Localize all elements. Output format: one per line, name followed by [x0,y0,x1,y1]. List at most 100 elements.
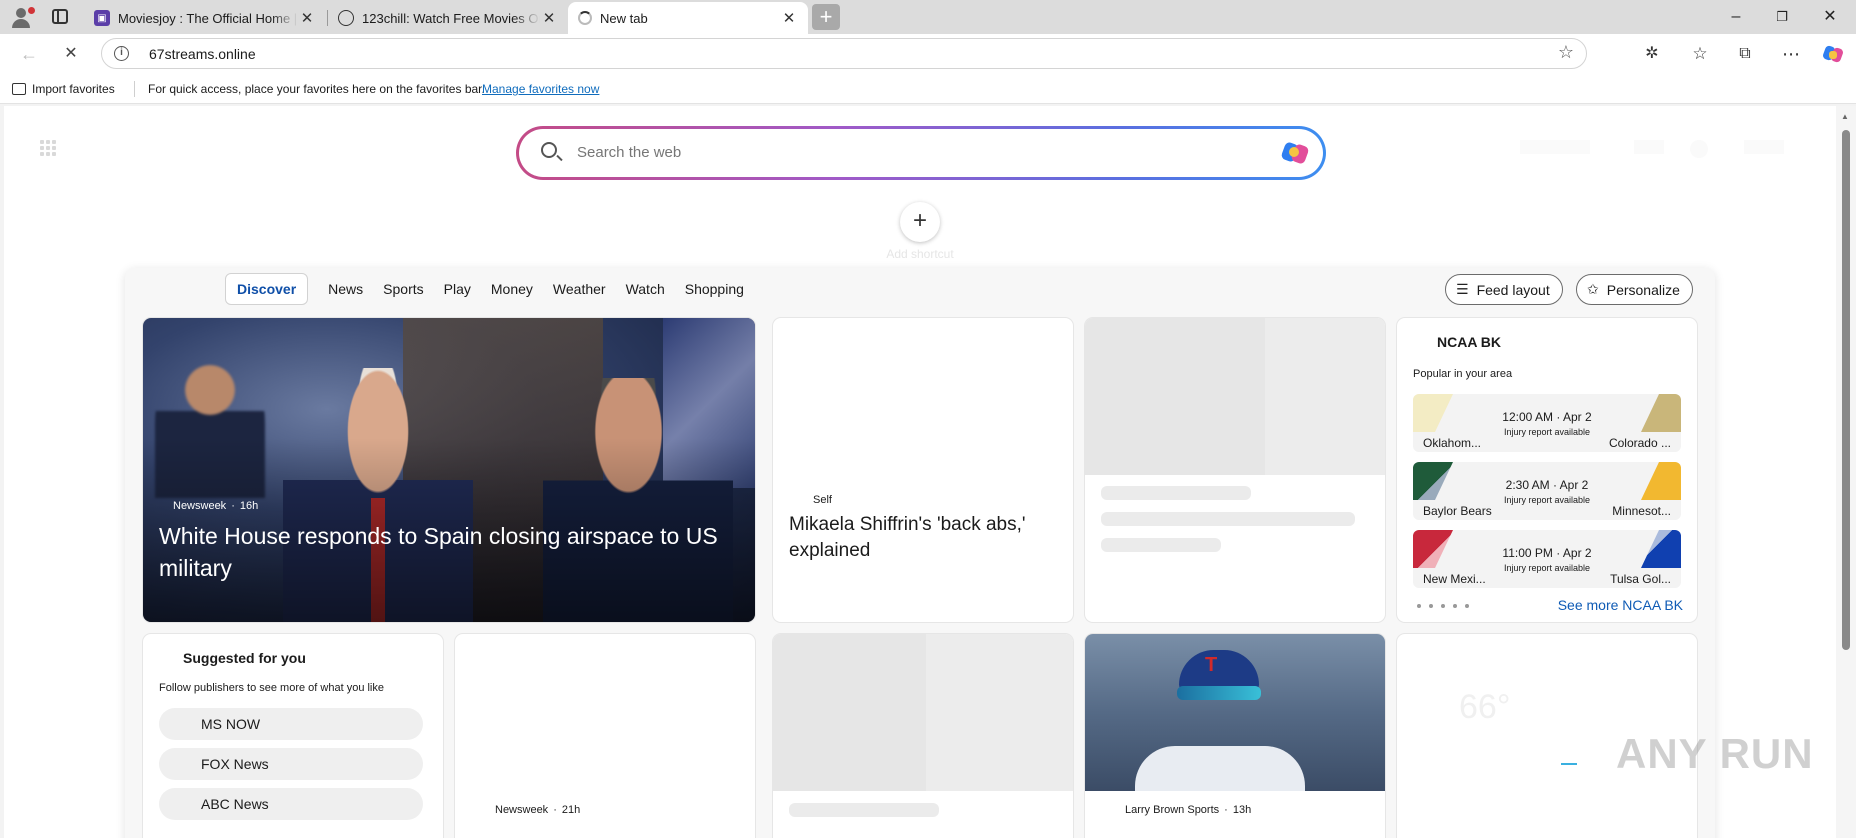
tab-actions-icon[interactable] [52,9,68,24]
copilot-icon[interactable] [1822,43,1844,65]
article-age: 13h [1232,804,1252,816]
game-time: 2:30 AM · Apr 2 [1505,478,1589,492]
favorites-icon[interactable]: ☆ [1689,43,1711,65]
away-team: Minnesot... [1612,504,1671,518]
copilot-search-icon[interactable] [1280,139,1310,165]
hero-article-card[interactable]: Newsweek · 16h White House responds to S… [143,318,755,622]
favbar-divider [134,81,135,97]
source-name: Larry Brown Sports [1125,804,1220,816]
close-window-button[interactable]: ✕ [1810,6,1850,28]
article-card[interactable]: Newsweek · 21h [455,634,755,838]
close-tab-icon[interactable]: ✕ [780,9,798,27]
feed-layout-button[interactable]: ☰ Feed layout [1445,274,1563,305]
loading-article-card [773,634,1073,838]
moviesjoy-favicon-icon: ▣ [94,10,110,26]
restore-button[interactable]: ❐ [1762,6,1802,28]
close-tab-icon[interactable]: ✕ [540,9,558,27]
manage-favorites-link[interactable]: Manage favorites now [482,82,599,96]
stop-loading-button[interactable]: ✕ [58,42,84,66]
new-tab-button[interactable]: + [812,4,840,30]
tab-title: Moviesjoy : The Official Home | M [118,10,298,26]
navigation-toolbar: ← ✕ i 67streams.online ☆ ✲ ☆ ⧉ ⋯ [0,34,1856,74]
article-source: Newsweek · 16h [173,500,259,512]
game-row[interactable]: 12:00 AM · Apr 2 Injury report available… [1413,394,1681,452]
tab-123chill[interactable]: 123chill: Watch Free Movies Onlin ✕ [328,2,568,34]
more-options-icon[interactable]: ⋯ [1780,43,1802,65]
weather-loading-bar [1561,763,1577,765]
source-name: Newsweek [173,500,227,512]
loading-spinner-icon [578,11,592,25]
suggested-title: Suggested for you [183,650,306,666]
tab-play[interactable]: Play [444,281,471,297]
url-text[interactable]: 67streams.online [149,46,256,62]
away-team: Tulsa Gol... [1610,572,1671,586]
favorites-hint-text: For quick access, place your favorites h… [148,82,485,96]
ncaa-scores-card[interactable]: NCAA BK Popular in your area 12:00 AM · … [1397,318,1697,622]
import-favorites-label: Import favorites [32,82,115,96]
article-source: Newsweek · 21h [495,804,581,816]
import-icon [12,83,26,95]
address-bar[interactable]: i 67streams.online ☆ [101,38,1587,69]
game-row[interactable]: 11:00 PM · Apr 2 Injury report available… [1413,530,1681,588]
import-favorites-button[interactable]: Import favorites [12,82,115,96]
globe-icon [338,10,354,26]
suggested-subtitle: Follow publishers to see more of what yo… [159,682,384,694]
tab-moviesjoy[interactable]: ▣ Moviesjoy : The Official Home | M ✕ [84,2,326,34]
favorite-star-icon[interactable]: ☆ [1558,42,1574,63]
favorites-bar: Import favorites For quick access, place… [0,74,1856,104]
back-button[interactable]: ← [16,42,42,66]
source-name: Self [813,494,832,506]
anyrun-watermark: ANY RUN [1616,730,1814,777]
faint-header-item [1744,140,1784,154]
article-card[interactable]: T Larry Brown Sports · 13h [1085,634,1385,838]
site-info-icon[interactable]: i [114,46,129,61]
tab-watch[interactable]: Watch [626,281,665,297]
tab-discover[interactable]: Discover [225,273,309,305]
sports-card-title: NCAA BK [1437,334,1502,350]
personalize-button[interactable]: ✩ Personalize [1576,274,1693,305]
add-shortcut-label: Add shortcut [886,247,954,261]
settings-icon[interactable] [1690,140,1708,158]
minimize-button[interactable]: – [1716,6,1756,28]
article-headline[interactable]: White House responds to Spain closing ai… [159,520,739,584]
scrollbar-thumb[interactable] [1842,130,1850,650]
tab-money[interactable]: Money [491,281,533,297]
game-time: 11:00 PM · Apr 2 [1502,546,1592,560]
game-row[interactable]: 2:30 AM · Apr 2 Injury report available … [1413,462,1681,520]
tab-title: 123chill: Watch Free Movies Onlin [362,10,540,26]
search-placeholder[interactable]: Search the web [577,144,681,161]
tab-news[interactable]: News [328,281,363,297]
article-source: Self [813,494,832,506]
publisher-abc-news[interactable]: ABC News [159,788,423,820]
tab-shopping[interactable]: Shopping [685,281,744,297]
see-more-link[interactable]: See more NCAA BK [1558,597,1683,613]
tab-new-tab[interactable]: New tab ✕ [568,2,808,34]
scroll-up-icon[interactable]: ▲ [1841,112,1849,121]
source-name: Newsweek [495,804,549,816]
carousel-dots[interactable] [1417,604,1469,608]
suggested-publishers-card: Suggested for you Follow publishers to s… [143,634,443,838]
faint-header-item [1520,140,1590,154]
away-team: Colorado ... [1608,436,1671,450]
home-team: New Mexi... [1423,572,1486,586]
tab-weather[interactable]: Weather [553,281,606,297]
publisher-fox-news[interactable]: FOX News [159,748,423,780]
sports-card-subtitle: Popular in your area [1413,368,1513,380]
app-launcher-icon[interactable] [40,140,56,156]
collections-icon[interactable]: ⧉ [1734,43,1756,65]
weather-temperature: 66° [1459,688,1511,726]
game-time: 12:00 AM · Apr 2 [1502,410,1592,424]
article-headline[interactable]: Mikaela Shiffrin's 'back abs,' explained [789,512,1059,564]
article-card[interactable]: Self Mikaela Shiffrin's 'back abs,' expl… [773,318,1073,622]
publisher-ms-now[interactable]: MS NOW [159,708,423,740]
profile-icon[interactable] [10,6,35,28]
tab-sports[interactable]: Sports [383,281,423,297]
news-feed: Discover News Sports Play Money Weather … [125,268,1715,838]
add-shortcut-button[interactable]: + [900,202,940,242]
close-tab-icon[interactable]: ✕ [298,9,316,27]
page-scrollbar[interactable]: ▲ [1836,106,1856,838]
search-box[interactable]: Search the web [516,126,1326,180]
loading-article-card [1085,318,1385,622]
faint-header-item [1634,140,1664,154]
extensions-icon[interactable]: ✲ [1641,43,1663,65]
